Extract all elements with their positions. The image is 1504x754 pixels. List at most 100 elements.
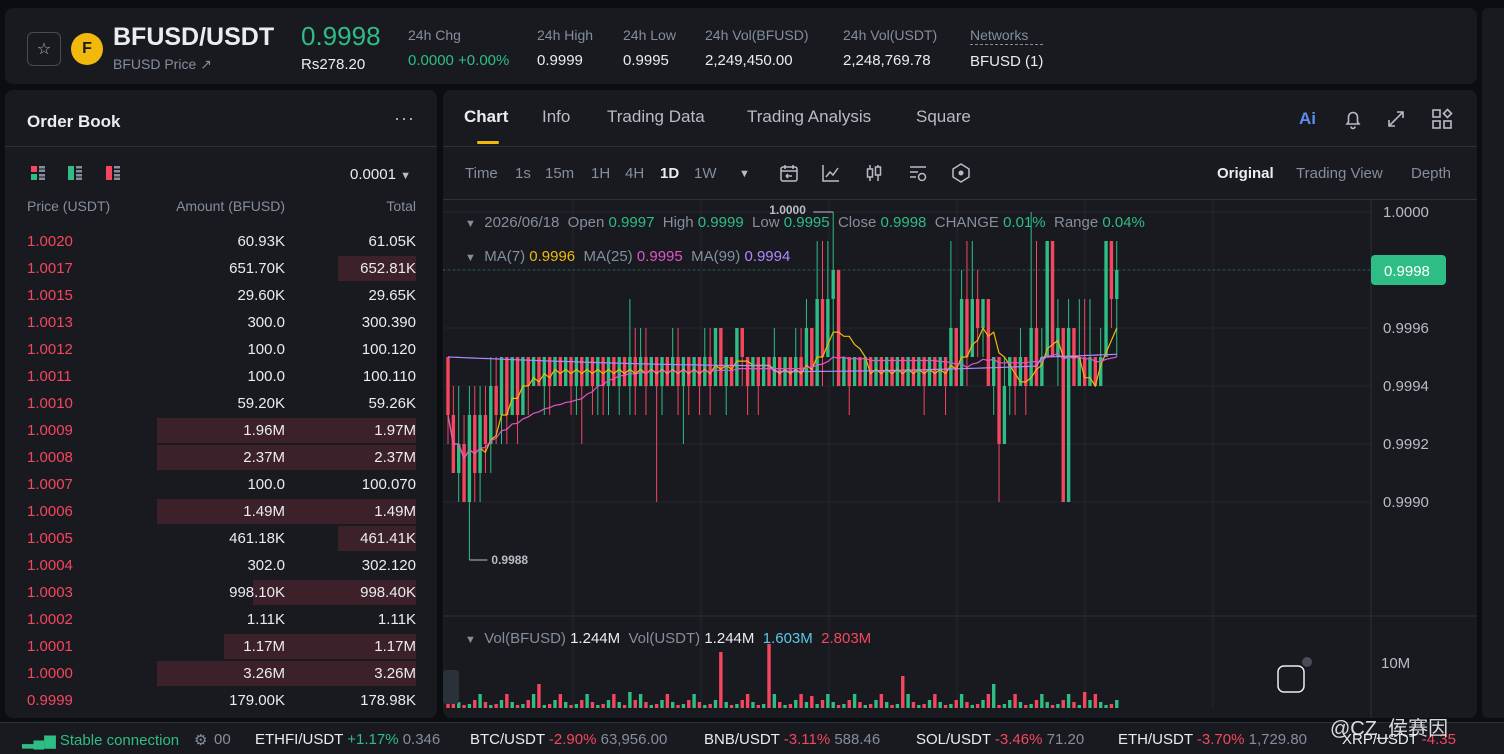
order-book-row[interactable]: 1.0017 651.70K 652.81K	[5, 255, 437, 282]
candle-body	[890, 357, 894, 386]
collapse-chevron-icon[interactable]: ▼	[465, 634, 476, 646]
volume-bar	[526, 700, 530, 708]
volume-bar	[1018, 702, 1023, 708]
precision-select[interactable]: 0.0001 ▼	[350, 166, 411, 183]
interval-1h[interactable]: 1H	[591, 165, 610, 182]
row-total: 59.26K	[368, 395, 416, 412]
tab-trading-data[interactable]: Trading Data	[607, 107, 705, 127]
volume-bar	[1072, 702, 1076, 708]
order-book-row[interactable]: 1.0001 1.17M 1.17M	[5, 633, 437, 660]
interval-1w[interactable]: 1W	[694, 165, 717, 182]
volume-bar	[1082, 692, 1087, 708]
ticker-item[interactable]: BTC/USDT -2.90% 63,956.00	[470, 731, 667, 748]
order-book-row[interactable]: 1.0008 2.37M 2.37M	[5, 444, 437, 471]
volume-bar	[633, 700, 637, 708]
y-tick-label: 0.9992	[1383, 436, 1429, 453]
tab-trading-analysis[interactable]: Trading Analysis	[747, 107, 871, 127]
ticker-price: 71.20	[1046, 731, 1085, 748]
interval-1s[interactable]: 1s	[515, 165, 531, 182]
candle-body	[489, 386, 493, 444]
volume-bar	[874, 700, 878, 708]
ticker-item[interactable]: BNB/USDT -3.11% 588.46	[704, 731, 880, 748]
order-book-row[interactable]: 1.0000 3.26M 3.26M	[5, 660, 437, 687]
interval-1d[interactable]: 1D	[660, 165, 679, 182]
order-book-row[interactable]: 1.0015 29.60K 29.65K	[5, 282, 437, 309]
candle-body	[959, 299, 964, 386]
order-book-row[interactable]: 0.9999 179.00K 178.98K	[5, 687, 437, 714]
volume-bar	[665, 694, 670, 708]
volume-bar	[767, 644, 771, 708]
volume-bar	[713, 700, 718, 708]
order-book-row[interactable]: 1.0006 1.49M 1.49M	[5, 498, 437, 525]
candle-body	[740, 328, 744, 357]
more-options-icon[interactable]: ···	[394, 108, 415, 129]
col-total-header: Total	[386, 198, 416, 214]
ai-icon[interactable]: Ai	[1299, 109, 1323, 133]
drawing-tool-icon[interactable]	[950, 162, 972, 184]
chart-settings-icon[interactable]	[907, 162, 929, 184]
interval-more-chevron-icon[interactable]: ▼	[739, 168, 750, 180]
tab-info[interactable]: Info	[542, 107, 570, 127]
expand-icon[interactable]	[1384, 107, 1408, 131]
order-book-row[interactable]: 1.0005 461.18K 461.41K	[5, 525, 437, 552]
view-trading-view[interactable]: Trading View	[1296, 165, 1383, 182]
volume-bar	[975, 704, 980, 708]
tab-chart[interactable]: Chart	[464, 107, 508, 127]
order-book-row[interactable]: 1.0002 1.11K 1.11K	[5, 606, 437, 633]
tab-square[interactable]: Square	[916, 107, 971, 127]
row-total: 61.05K	[368, 233, 416, 250]
collapse-chevron-icon[interactable]: ▼	[465, 252, 476, 264]
calendar-icon[interactable]	[778, 162, 800, 184]
ticker-item[interactable]: SOL/USDT -3.46% 71.20	[916, 731, 1084, 748]
order-book-row[interactable]: 1.0004 302.0 302.120	[5, 552, 437, 579]
ohlc-high: 0.9999	[697, 214, 744, 231]
both-sides-mode-icon[interactable]	[30, 165, 46, 181]
view-original[interactable]: Original	[1217, 165, 1274, 182]
order-book-title: Order Book	[27, 112, 121, 131]
candle-type-icon[interactable]	[863, 162, 885, 184]
favorite-star-icon[interactable]: ☆	[27, 32, 61, 66]
stat-label: 24h Vol(BFUSD)	[705, 27, 809, 43]
order-book-row[interactable]: 1.0007 100.0 100.070	[5, 471, 437, 498]
ticker-settings-icon[interactable]: ⚙	[194, 731, 207, 749]
y-tick-label: 0.9990	[1383, 494, 1429, 511]
volume-bar	[847, 700, 851, 708]
order-book-row[interactable]: 1.0003 998.10K 998.40K	[5, 579, 437, 606]
ohlc-close-label: Close	[837, 214, 877, 231]
interval-15m[interactable]: 15m	[545, 165, 574, 182]
stat-label[interactable]: Networks	[970, 27, 1044, 45]
stat-networks[interactable]: Networks BFUSD (1)	[970, 27, 1044, 70]
bell-icon[interactable]	[1341, 107, 1365, 131]
row-price: 1.0017	[27, 260, 73, 277]
volume-bar	[515, 705, 520, 708]
pair-name[interactable]: BFUSD/USDT	[113, 23, 274, 52]
indicator-icon[interactable]	[820, 162, 842, 184]
order-book-row[interactable]: 1.0020 60.93K 61.05K	[5, 228, 437, 255]
order-book-row[interactable]: 1.0010 59.20K 59.26K	[5, 390, 437, 417]
volume-bar	[564, 702, 568, 708]
order-book-panel: Order Book ··· 0.0001 ▼ Price (USDT) Amo…	[5, 90, 437, 718]
candle-body	[596, 357, 600, 386]
active-tab-indicator	[477, 141, 499, 144]
volume-bar	[965, 702, 969, 708]
ticker-change: -3.70%	[1196, 731, 1245, 748]
layout-grid-icon[interactable]	[1430, 107, 1454, 131]
pair-price-link[interactable]: BFUSD Price ↗	[113, 56, 212, 73]
interval-4h[interactable]: 4H	[625, 165, 644, 182]
ticker-change: -2.90%	[548, 731, 597, 748]
volume-bar	[676, 705, 680, 708]
order-book-row[interactable]: 1.0011 100.0 100.110	[5, 363, 437, 390]
ticker-item[interactable]: ETH/USDT -3.70% 1,729.80	[1118, 731, 1307, 748]
volume-bar	[547, 704, 552, 708]
order-book-row[interactable]: 1.0012 100.0 100.120	[5, 336, 437, 363]
volume-bar	[1008, 700, 1012, 708]
ticker-item[interactable]: ETHFI/USDT +1.17% 0.346	[255, 731, 440, 748]
ohlc-change: 0.01%	[1003, 214, 1046, 231]
view-depth[interactable]: Depth	[1411, 165, 1451, 182]
collapse-chevron-icon[interactable]: ▼	[465, 218, 476, 230]
order-book-row[interactable]: 1.0013 300.0 300.390	[5, 309, 437, 336]
order-book-row[interactable]: 1.0009 1.96M 1.97M	[5, 417, 437, 444]
bids-mode-icon[interactable]	[67, 165, 83, 181]
asks-mode-icon[interactable]	[105, 165, 121, 181]
interval-time[interactable]: Time	[465, 165, 498, 182]
